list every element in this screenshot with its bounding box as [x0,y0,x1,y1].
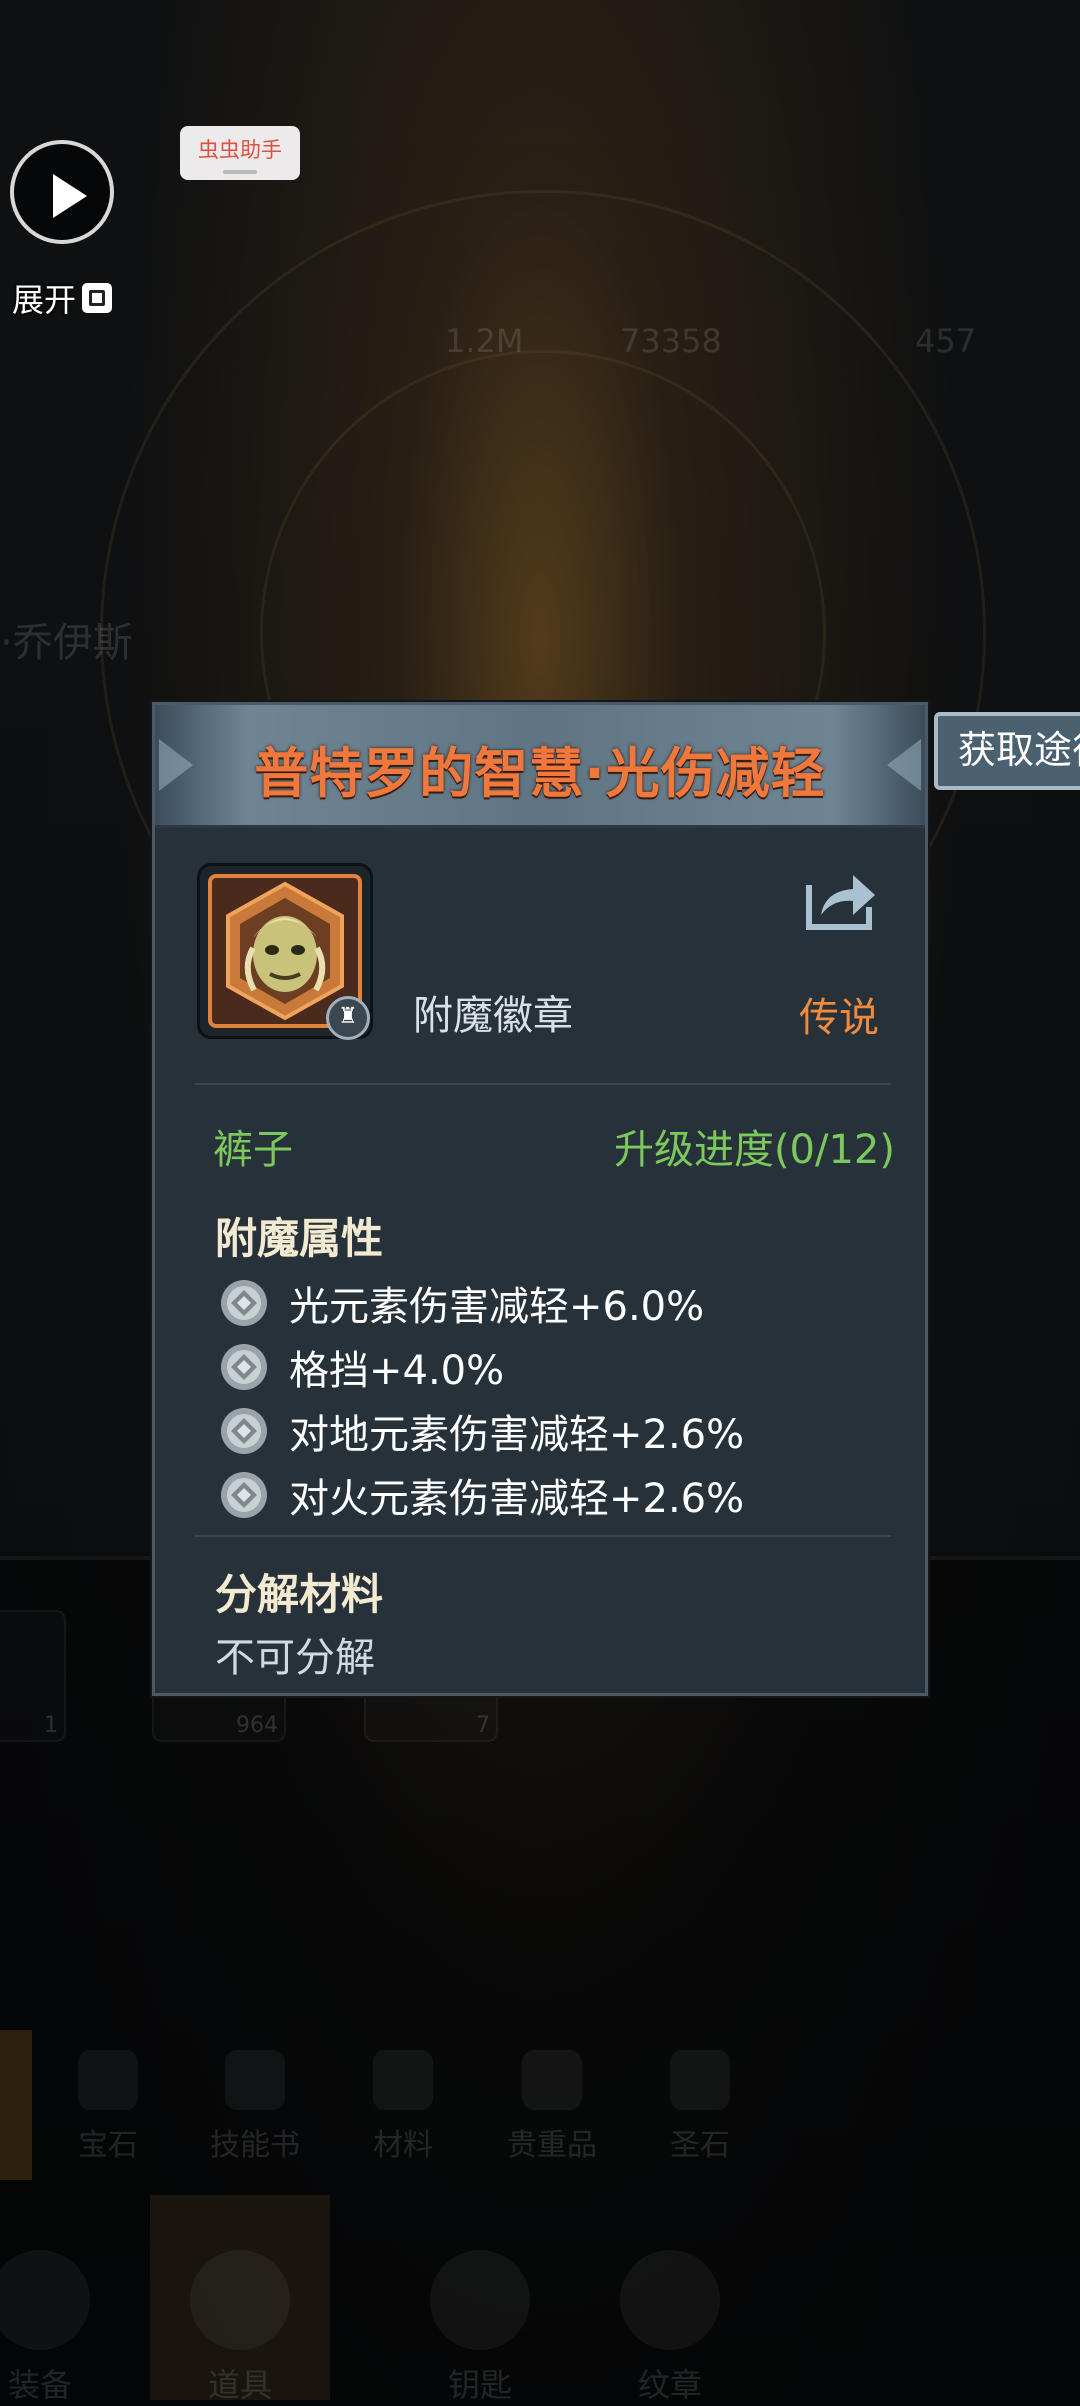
helper-badge-label: 虫虫助手 [198,138,282,162]
holy-stone-icon [670,2050,730,2110]
attribute-row: 格挡+4.0% [219,1335,744,1399]
item-title: 普特罗的智慧·光伤减轻 [254,742,826,805]
nav-equipment: 装备 [0,2250,130,2406]
slot-count: 964 [236,1713,278,1738]
tab-label: 材料 [373,2128,433,2163]
slot-count: 7 [476,1713,490,1738]
tab-label: 宝石 [78,2128,138,2163]
panel-header: 普特罗的智慧·光伤减轻 [155,705,925,828]
attribute-row: 对火元素伤害减轻+2.6% [219,1463,744,1527]
item-detail-panel: 普特罗的智慧·光伤减轻 ♜ 附魔徽章 传说 裤子 升级进度(0/12) 附魔属性 [152,702,928,1696]
nav-items: 道具 [150,2250,330,2406]
tab-valuables: 贵重品 [477,2050,627,2164]
diamond-amount: 73358 [620,322,722,360]
drag-handle [223,170,257,174]
energy-amount: 457 [915,322,977,360]
expand-label: 展开 [12,281,77,319]
item-slot-badge-icon: ♜ [326,996,370,1040]
attribute-text: 光元素伤害减轻+6.0% [289,1284,705,1330]
nav-emblems: 纹章 [580,2250,760,2406]
nav-label: 纹章 [637,2366,702,2404]
attribute-row: 光元素伤害减轻+6.0% [219,1271,744,1335]
tab-holy-stones: 圣石 [625,2050,775,2164]
attribute-diamond-icon [221,1472,267,1518]
valuable-icon [522,2050,582,2110]
tab-label: 技能书 [210,2128,300,2163]
acquire-method-tab[interactable]: 获取途径 [934,712,1080,790]
rarity-label: 传说 [799,995,879,1041]
divider [195,1535,891,1537]
item-icon-frame[interactable]: ♜ [197,863,373,1040]
attribute-row: 对地元素伤害减轻+2.6% [219,1399,744,1463]
item-type: 附魔徽章 [413,993,573,1039]
attribute-diamond-icon [221,1408,267,1454]
slot-count: 1 [44,1713,58,1738]
tab-label: 贵重品 [507,2128,597,2163]
attribute-list: 光元素伤害减轻+6.0% 格挡+4.0% 对地元素伤害减轻+2.6% 对火元素伤… [219,1271,744,1527]
inventory-slot: 1 [0,1610,66,1742]
tab-accent [0,2030,32,2180]
attribute-diamond-icon [221,1344,267,1390]
attribute-diamond-icon [221,1280,267,1326]
enchant-section-title: 附魔属性 [215,1214,384,1263]
material-icon [373,2050,433,2110]
tab-skill-books: 技能书 [180,2050,330,2164]
key-icon [430,2250,530,2350]
decompose-value: 不可分解 [215,1635,375,1681]
nav-label: 道具 [207,2366,272,2404]
tab-materials: 材料 [328,2050,478,2164]
decompose-section-title: 分解材料 [215,1570,384,1619]
expand-button[interactable]: 展开 [12,276,113,320]
helper-badge[interactable]: 虫虫助手 [180,126,300,180]
character-name: ·乔伊斯 [0,620,133,666]
book-icon [225,2050,285,2110]
emblem-icon [620,2250,720,2350]
tab-label: 圣石 [670,2128,730,2163]
tab-gems: 宝石 [33,2050,183,2164]
expand-icon [82,283,113,313]
nav-keys: 钥匙 [390,2250,570,2406]
equip-slot-label: 裤子 [213,1127,293,1173]
attribute-text: 对火元素伤害减轻+2.6% [289,1476,745,1522]
floating-play-button[interactable] [10,140,114,244]
gold-amount: 1.2M [445,322,524,360]
upgrade-progress: 升级进度(0/12) [613,1127,895,1173]
nav-label: 装备 [7,2366,72,2404]
divider [195,1083,891,1085]
attribute-text: 格挡+4.0% [289,1348,505,1394]
share-icon[interactable] [803,863,879,933]
attribute-text: 对地元素伤害减轻+2.6% [289,1412,745,1458]
equipment-icon [0,2250,90,2350]
nav-label: 钥匙 [447,2366,512,2404]
chest-icon [190,2250,290,2350]
gem-icon [78,2050,138,2110]
currency-bar: 1.2M 73358 457 [0,150,1080,360]
